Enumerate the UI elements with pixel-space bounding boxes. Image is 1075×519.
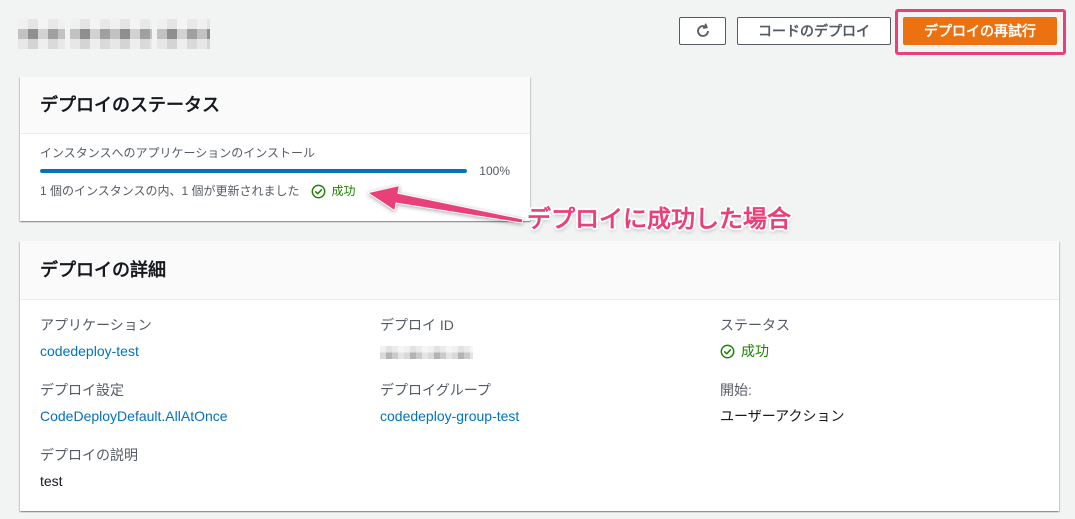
- status-indicator: 成功: [720, 341, 769, 361]
- progress-section: インスタンスへのアプリケーションのインストール 100% 1 個のインスタンスの…: [20, 134, 530, 199]
- card-title: デプロイの詳細: [40, 260, 166, 280]
- status-value: 成功: [720, 341, 1039, 361]
- field-application: アプリケーション codedeploy-test: [40, 315, 380, 361]
- card-header: デプロイのステータス: [20, 77, 530, 134]
- progress-bar-track: [40, 169, 467, 173]
- status-text: 成功: [741, 343, 769, 359]
- details-column: ステータス 成功 開始: ユーザーアクション: [720, 315, 1039, 510]
- application-link[interactable]: codedeploy-test: [40, 341, 380, 361]
- field-deployment-config: デプロイ設定 CodeDeployDefault.AllAtOnce: [40, 380, 380, 426]
- details-column: デプロイ ID デプロイグループ codedeploy-group-test: [380, 315, 720, 510]
- field-label: デプロイの説明: [40, 447, 138, 463]
- status-text: 成功: [331, 184, 356, 198]
- details-column: アプリケーション codedeploy-test デプロイ設定 CodeDepl…: [40, 315, 380, 510]
- card-header: デプロイの詳細: [20, 241, 1059, 300]
- retry-deployment-button[interactable]: デプロイの再試行: [903, 17, 1057, 45]
- deployment-status-card: デプロイのステータス インスタンスへのアプリケーションのインストール 100% …: [20, 77, 530, 221]
- field-deployment-group: デプロイグループ codedeploy-group-test: [380, 380, 720, 426]
- field-deployment-id: デプロイ ID: [380, 315, 720, 361]
- refresh-button[interactable]: [679, 17, 726, 45]
- card-title: デプロイのステータス: [40, 95, 220, 115]
- field-status: ステータス 成功: [720, 315, 1039, 361]
- title-mosaic-segment: [157, 19, 210, 49]
- details-grid: アプリケーション codedeploy-test デプロイ設定 CodeDepl…: [20, 300, 1059, 510]
- field-label: デプロイグループ: [380, 382, 491, 398]
- progress-row: 100%: [40, 163, 510, 179]
- summary-text: 1 個のインスタンスの内、1 個が更新されました: [40, 184, 300, 198]
- title-mosaic-segment: [70, 19, 152, 49]
- refresh-icon: [696, 23, 709, 37]
- field-label: 開始:: [720, 382, 752, 398]
- deploy-code-button[interactable]: コードのデプロイ: [737, 17, 891, 45]
- deployment-config-link[interactable]: CodeDeployDefault.AllAtOnce: [40, 406, 380, 426]
- check-circle-icon: [311, 184, 325, 198]
- description-value: test: [40, 473, 63, 489]
- field-label: アプリケーション: [40, 317, 152, 333]
- field-description: デプロイの説明 test: [40, 445, 380, 491]
- check-circle-icon: [720, 344, 735, 358]
- progress-summary: 1 個のインスタンスの内、1 個が更新されました 成功: [40, 183, 510, 199]
- progress-label: インスタンスへのアプリケーションのインストール: [40, 146, 316, 160]
- progress-bar-fill: [40, 169, 467, 173]
- deployment-id-value: [380, 341, 720, 361]
- annotation-label: デプロイに成功した場合: [527, 206, 791, 233]
- redacted-page-title: [18, 19, 210, 49]
- initiated-by-value: ユーザーアクション: [720, 408, 845, 424]
- field-label: デプロイ ID: [380, 317, 454, 333]
- field-label: ステータス: [720, 317, 790, 333]
- progress-percent: 100%: [479, 164, 510, 178]
- deployment-group-link[interactable]: codedeploy-group-test: [380, 406, 720, 426]
- title-mosaic-segment: [18, 19, 65, 49]
- redacted-deployment-id: [380, 345, 473, 359]
- deployment-details-card: デプロイの詳細 アプリケーション codedeploy-test デプロイ設定 …: [20, 241, 1059, 511]
- field-initiated-by: 開始: ユーザーアクション: [720, 380, 1039, 426]
- status-indicator: 成功: [311, 183, 356, 199]
- field-label: デプロイ設定: [40, 382, 124, 398]
